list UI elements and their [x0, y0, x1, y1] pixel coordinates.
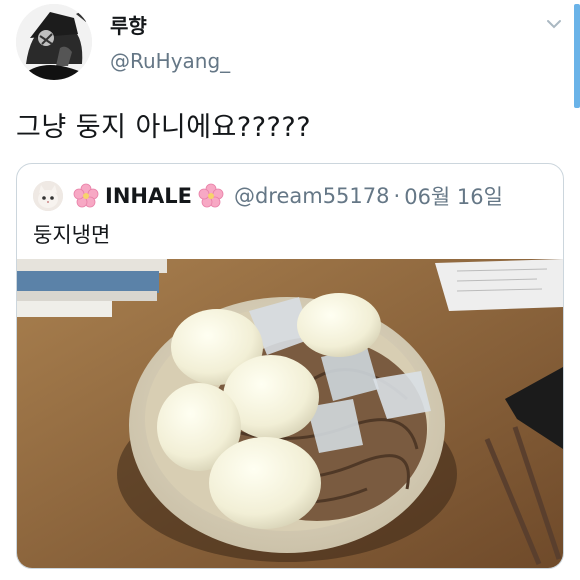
quoted-handle[interactable]: @dream55178 — [234, 184, 390, 208]
display-name[interactable]: 루향 — [110, 10, 147, 39]
cherry-blossom-icon — [198, 183, 224, 208]
quoted-display-name[interactable]: INHALE — [105, 184, 192, 208]
cherry-blossom-icon — [73, 183, 99, 208]
quoted-user-avatar[interactable] — [33, 181, 63, 211]
avatar-image — [16, 4, 92, 80]
scrollbar[interactable] — [574, 4, 580, 108]
cat-avatar — [33, 181, 63, 211]
quoted-tweet-card[interactable]: INHALE @dream55178 · 06월 16일 둥지냉면 — [16, 163, 564, 569]
separator-dot: · — [393, 184, 401, 208]
tweet-text: 그냥 둥지 아니에요????? — [16, 112, 312, 143]
user-handle[interactable]: @RuHyang_ — [110, 49, 230, 73]
quoted-tweet-text: 둥지냉면 — [33, 223, 111, 247]
quoted-tweet-photo[interactable] — [17, 259, 563, 568]
user-avatar[interactable] — [16, 4, 92, 80]
quoted-tweet-header: INHALE @dream55178 · 06월 16일 — [33, 178, 503, 214]
quoted-date[interactable]: 06월 16일 — [404, 181, 503, 211]
chevron-down-icon[interactable] — [544, 14, 564, 34]
